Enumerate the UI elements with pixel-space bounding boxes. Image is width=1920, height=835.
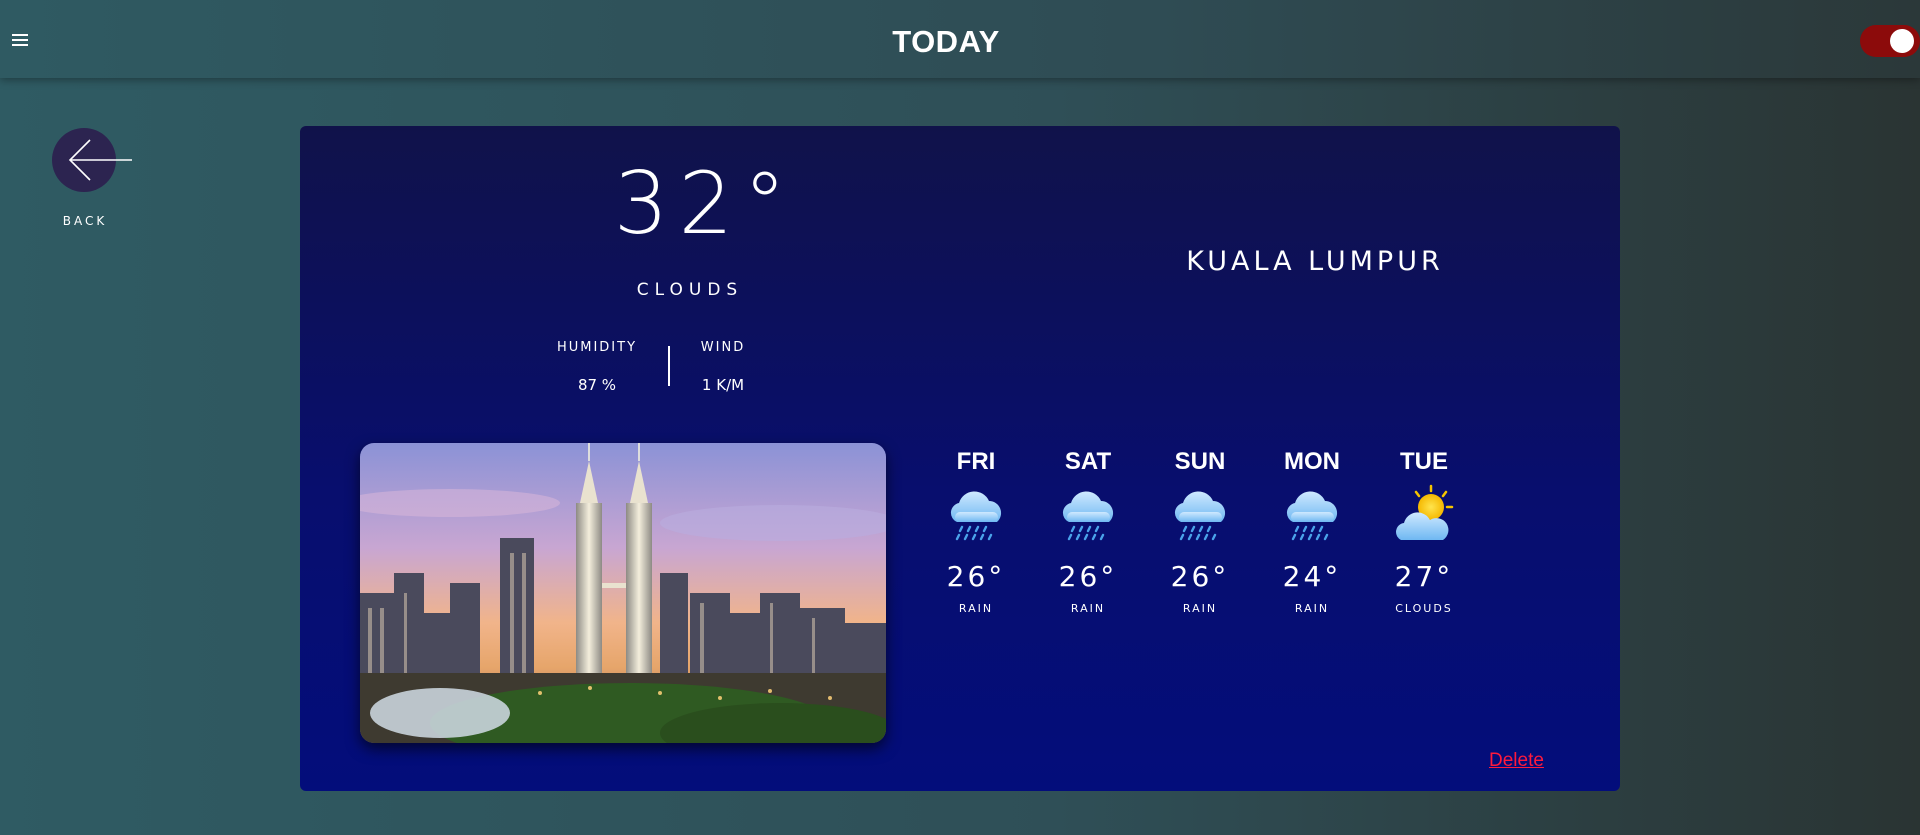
wind-label: WIND	[700, 340, 746, 355]
rain-cloud-icon	[1055, 482, 1121, 548]
back-label: BACK	[62, 214, 108, 228]
forecast-condition: RAIN	[958, 602, 994, 615]
forecast-day-name: TUE	[1400, 448, 1448, 475]
forecast-condition: RAIN	[1182, 602, 1218, 615]
forecast-day: FRI 26° RAIN	[920, 448, 1032, 615]
humidity-label: HUMIDITY	[556, 340, 638, 355]
forecast-temperature: 27°	[1394, 560, 1454, 593]
forecast-condition: CLOUDS	[1395, 602, 1453, 615]
forecast-row: FRI 26° RAIN SAT 26° RAIN SUN 26° RAIN M…	[920, 448, 1495, 648]
rain-cloud-icon	[943, 482, 1009, 548]
forecast-condition: RAIN	[1294, 602, 1330, 615]
forecast-day: TUE 27° CLOUDS	[1368, 448, 1480, 615]
theme-toggle[interactable]	[1860, 25, 1920, 57]
current-condition: CLOUDS	[636, 280, 744, 300]
forecast-day: MON 24° RAIN	[1256, 448, 1368, 615]
weather-card: 32° CLOUDS HUMIDITY 87 % WIND 1 K/M KUAL…	[300, 126, 1620, 791]
forecast-temperature: 26°	[1058, 560, 1118, 593]
forecast-condition: RAIN	[1070, 602, 1106, 615]
rain-cloud-icon	[1167, 482, 1233, 548]
forecast-day-name: SUN	[1174, 448, 1226, 475]
forecast-temperature: 26°	[946, 560, 1006, 593]
forecast-day-name: FRI	[956, 448, 996, 475]
wind-value: 1 K/M	[701, 376, 745, 394]
page-title: TODAY	[892, 24, 1000, 59]
humidity-value: 87 %	[577, 376, 617, 394]
stats-divider	[668, 346, 670, 386]
sun-cloud-icon	[1391, 482, 1457, 548]
city-photo	[360, 443, 886, 743]
toggle-knob	[1890, 29, 1914, 53]
current-temperature: 32°	[613, 154, 797, 254]
city-name: KUALA LUMPUR	[1186, 246, 1444, 277]
forecast-day: SUN 26° RAIN	[1144, 448, 1256, 615]
arrow-left-icon	[68, 139, 132, 181]
top-bar: TODAY	[0, 0, 1920, 78]
rain-cloud-icon	[1279, 482, 1345, 548]
forecast-day-name: MON	[1284, 448, 1340, 475]
back-button[interactable]	[52, 128, 132, 192]
delete-link[interactable]: Delete	[1489, 750, 1544, 772]
forecast-day: SAT 26° RAIN	[1032, 448, 1144, 615]
forecast-temperature: 26°	[1170, 560, 1230, 593]
forecast-temperature: 24°	[1282, 560, 1342, 593]
forecast-day-name: SAT	[1064, 448, 1112, 475]
